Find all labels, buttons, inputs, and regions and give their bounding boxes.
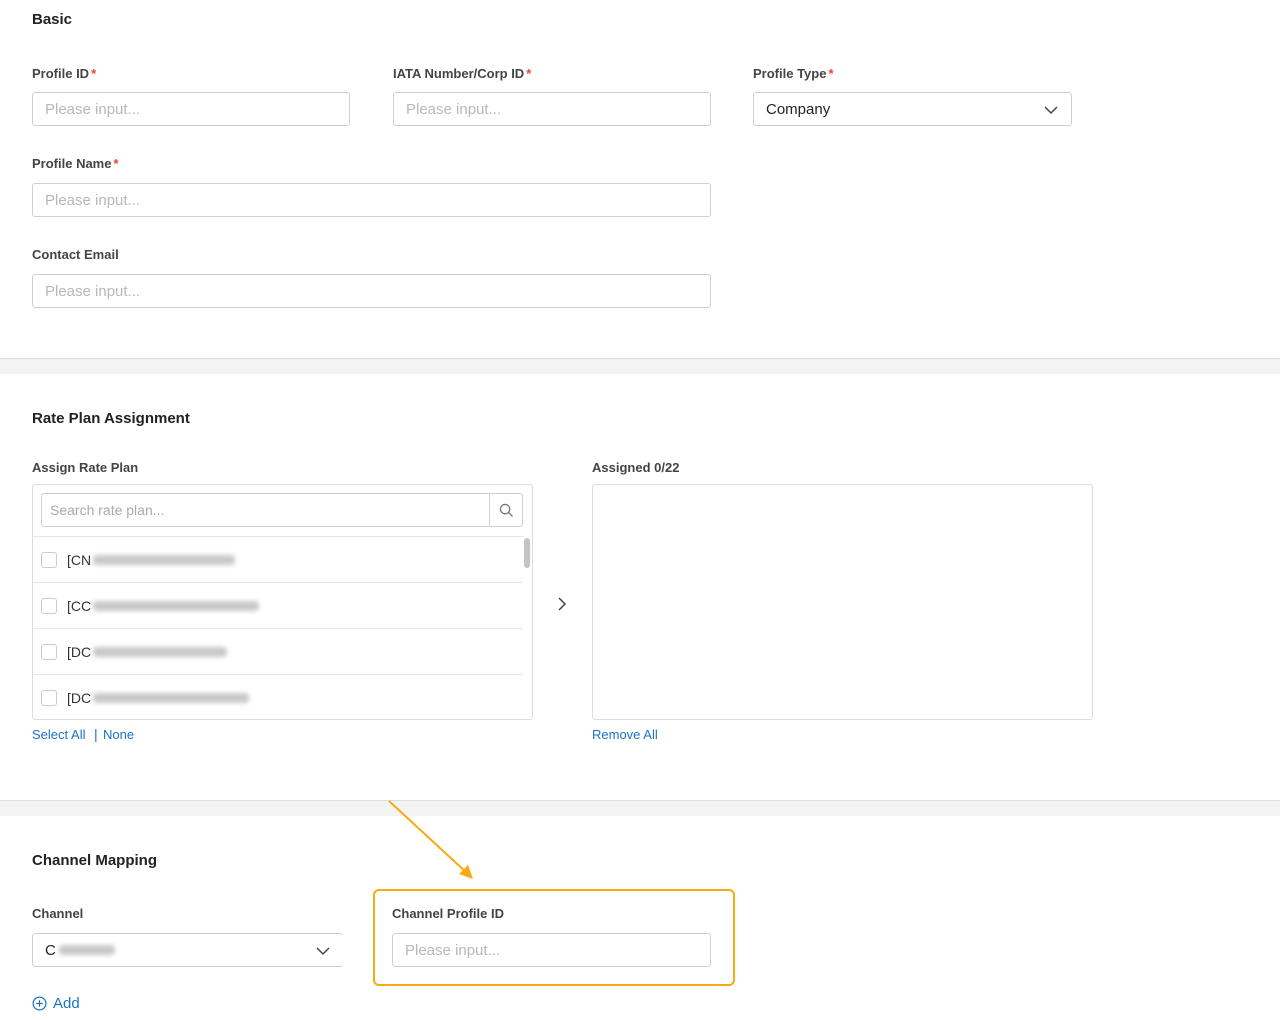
required-marker: *	[526, 66, 532, 81]
channel-value: C	[45, 941, 56, 959]
iata-label: IATA Number/Corp ID *	[393, 66, 532, 81]
contact-email-input[interactable]	[32, 274, 711, 308]
section-divider	[0, 800, 1280, 816]
select-all-link[interactable]: Select All	[32, 727, 85, 742]
rate-plan-checkbox[interactable]	[41, 643, 57, 660]
list-item[interactable]: [CN	[33, 537, 523, 583]
required-marker: *	[91, 66, 97, 81]
iata-input[interactable]	[393, 92, 711, 126]
redacted-text	[93, 600, 260, 611]
chevron-down-icon	[316, 947, 330, 956]
profile-type-value: Company	[766, 100, 831, 118]
required-marker: *	[113, 156, 119, 171]
section-divider	[0, 358, 1280, 374]
add-circle-icon	[32, 996, 47, 1011]
rate-plan-name: [DC	[67, 690, 92, 706]
rate-plan-checkbox[interactable]	[41, 690, 57, 706]
transfer-right-button[interactable]	[553, 595, 571, 613]
basic-section-title: Basic	[32, 11, 73, 28]
list-scrollbar[interactable]	[524, 538, 530, 568]
redacted-text	[93, 646, 228, 657]
chevron-right-icon	[558, 597, 567, 611]
rate-plan-list-panel: [CN [CC [DC [DC	[32, 484, 533, 720]
list-item[interactable]: [DC	[33, 675, 523, 721]
assign-rate-plan-label: Assign Rate Plan	[32, 460, 139, 475]
profile-name-input[interactable]	[32, 183, 711, 217]
select-none-link[interactable]: None	[103, 727, 134, 742]
profile-name-label: Profile Name *	[32, 156, 119, 171]
channel-profile-id-input[interactable]	[392, 933, 711, 967]
rate-plan-checkbox[interactable]	[41, 551, 57, 568]
redacted-text	[93, 693, 250, 703]
channel-label: Channel	[32, 906, 84, 921]
search-icon	[499, 503, 513, 517]
profile-type-select[interactable]: Company	[753, 92, 1072, 126]
channel-select[interactable]: C	[32, 933, 343, 967]
rate-plan-name: [CC	[67, 597, 92, 614]
add-label: Add	[53, 995, 80, 1012]
profile-id-label: Profile ID *	[32, 66, 97, 81]
assigned-label: Assigned 0/22	[592, 460, 680, 475]
link-separator: |	[94, 726, 98, 742]
search-button[interactable]	[489, 494, 522, 526]
assigned-list-panel	[592, 484, 1093, 720]
channel-mapping-section-title: Channel Mapping	[32, 852, 157, 869]
rate-plan-checkbox[interactable]	[41, 597, 57, 614]
profile-id-input[interactable]	[32, 92, 350, 126]
remove-all-link[interactable]: Remove All	[592, 727, 658, 742]
channel-profile-id-label: Channel Profile ID	[392, 906, 504, 921]
annotation-arrow-icon	[388, 800, 473, 879]
redacted-text	[93, 554, 236, 565]
chevron-down-icon	[1044, 106, 1058, 115]
add-channel-button[interactable]: Add	[32, 995, 80, 1012]
rate-plan-name: [DC	[67, 643, 92, 660]
redacted-text	[58, 945, 115, 955]
contact-email-label: Contact Email	[32, 247, 119, 262]
profile-type-label: Profile Type *	[753, 66, 834, 81]
rate-plan-search	[41, 493, 523, 527]
rate-plan-name: [CN	[67, 551, 92, 568]
list-item[interactable]: [DC	[33, 629, 523, 675]
list-item[interactable]: [CC	[33, 583, 523, 629]
rate-plan-search-input[interactable]	[42, 494, 489, 526]
rate-plan-section-title: Rate Plan Assignment	[32, 410, 190, 427]
required-marker: *	[828, 66, 834, 81]
